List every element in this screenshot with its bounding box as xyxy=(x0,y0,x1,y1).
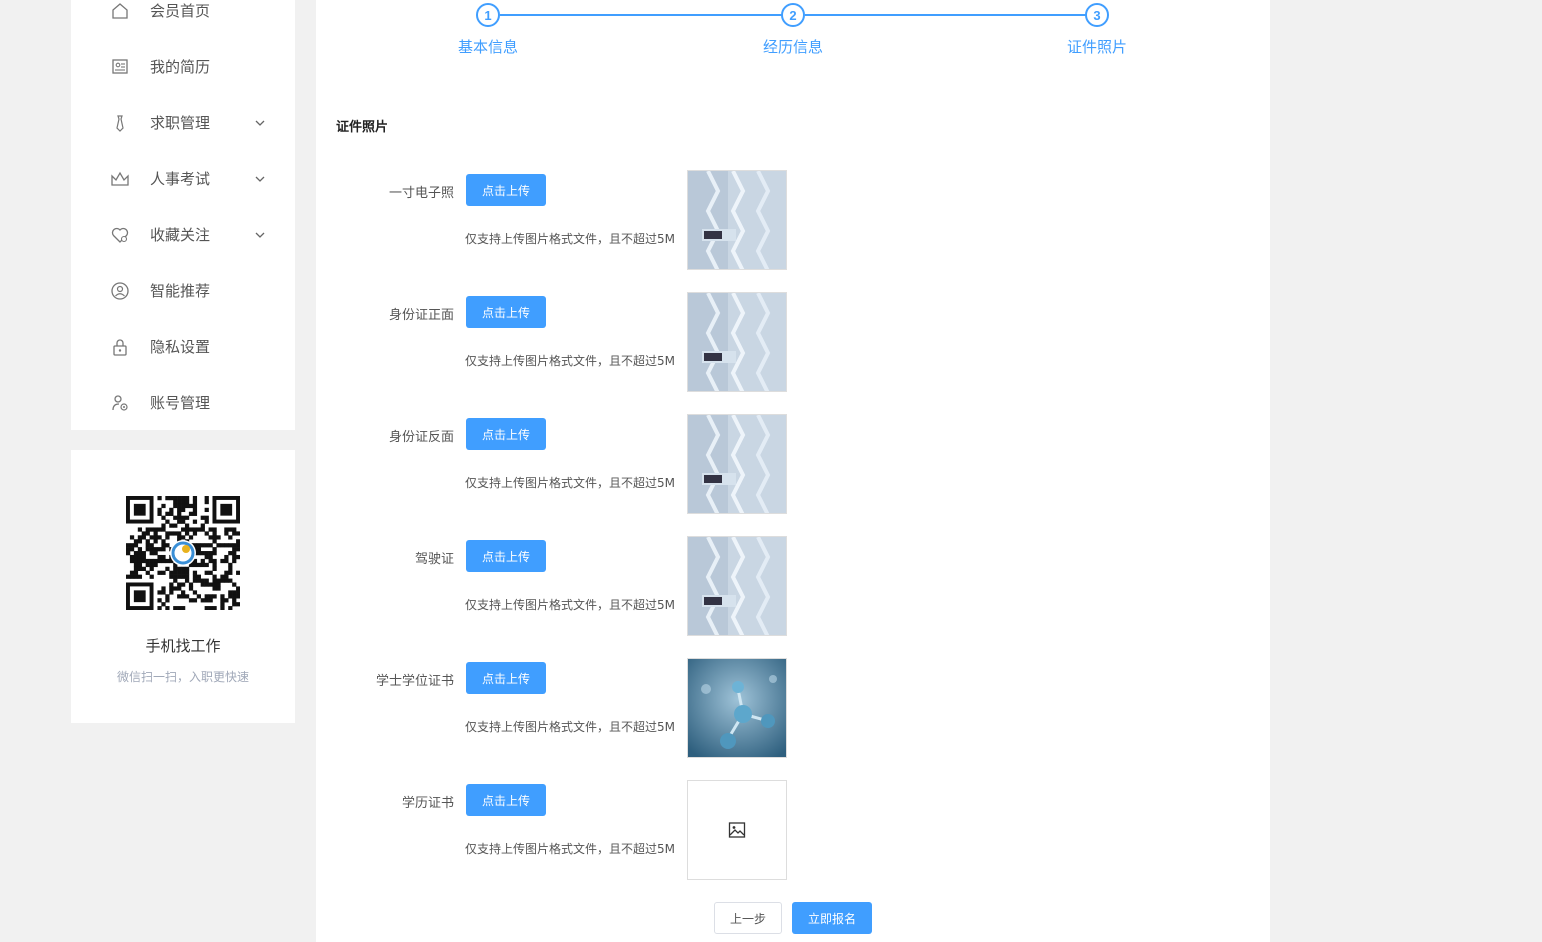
sidebar-item-label: 智能推荐 xyxy=(150,282,211,300)
tie-icon xyxy=(109,112,131,134)
upload-row-id-front: 身份证正面 点击上传 仅支持上传图片格式文件，且不超过5M xyxy=(316,292,1270,392)
field-label: 学士学位证书 xyxy=(375,674,454,689)
step-label: 经历信息 xyxy=(762,38,823,56)
field-label: 学历证书 xyxy=(401,796,454,811)
step-label: 基本信息 xyxy=(457,38,518,56)
field-label: 身份证反面 xyxy=(388,430,454,445)
user-circle-icon xyxy=(109,280,131,302)
section-title: 证件照片 xyxy=(336,120,389,135)
empty-image-thumb[interactable] xyxy=(687,780,787,880)
lab-banner-image xyxy=(688,415,786,513)
qr-card: 手机找工作 微信扫一扫，入职更快速 xyxy=(71,450,295,723)
upload-button[interactable]: 点击上传 xyxy=(466,662,546,694)
heart-icon xyxy=(109,224,131,246)
step-number: 2 xyxy=(781,3,805,27)
submit-registration-button[interactable]: 立即报名 xyxy=(792,902,872,934)
resume-icon xyxy=(109,56,131,78)
upload-hint: 仅支持上传图片格式文件，且不超过5M xyxy=(465,476,675,490)
previous-step-button[interactable]: 上一步 xyxy=(714,902,782,934)
field-label: 驾驶证 xyxy=(414,552,454,567)
chevron-down-icon[interactable] xyxy=(253,172,267,186)
sidebar-item-job-management[interactable]: 求职管理 xyxy=(71,103,295,143)
upload-row-one-inch-photo: 一寸电子照 点击上传 仅支持上传图片格式文件，且不超过5M xyxy=(316,170,1270,270)
step-number: 1 xyxy=(476,3,500,27)
field-label: 一寸电子照 xyxy=(388,186,454,201)
upload-row-education-certificate: 学历证书 点击上传 仅支持上传图片格式文件，且不超过5M xyxy=(316,780,1270,880)
upload-hint: 仅支持上传图片格式文件，且不超过5M xyxy=(465,598,675,612)
upload-button[interactable]: 点击上传 xyxy=(466,296,546,328)
image-placeholder-icon xyxy=(728,821,746,839)
lock-icon xyxy=(109,336,131,358)
step-number: 3 xyxy=(1085,3,1109,27)
field-label: 身份证正面 xyxy=(388,308,454,323)
home-icon xyxy=(109,0,131,22)
upload-hint: 仅支持上传图片格式文件，且不超过5M xyxy=(465,842,675,856)
chevron-down-icon[interactable] xyxy=(253,228,267,242)
upload-button[interactable]: 点击上传 xyxy=(466,784,546,816)
sidebar-item-privacy-settings[interactable]: 隐私设置 xyxy=(71,327,295,367)
molecule-image xyxy=(688,659,786,757)
sidebar-item-personnel-exam[interactable]: 人事考试 xyxy=(71,159,295,199)
sidebar-item-label: 会员首页 xyxy=(150,2,211,20)
uploaded-image-thumb[interactable] xyxy=(687,536,787,636)
sidebar-menu: 会员首页 我的简历 求职管理 人事考试 收藏关注 智能推荐 隐私设置 账号管理 xyxy=(71,0,295,430)
step-label: 证件照片 xyxy=(1066,38,1127,56)
lab-banner-image xyxy=(688,537,786,635)
crown-icon xyxy=(109,168,131,190)
lab-banner-image xyxy=(688,293,786,391)
upload-hint: 仅支持上传图片格式文件，且不超过5M xyxy=(465,354,675,368)
sidebar-item-label: 求职管理 xyxy=(150,114,211,132)
qr-subtitle: 微信扫一扫，入职更快速 xyxy=(116,670,249,684)
sidebar-item-account-management[interactable]: 账号管理 xyxy=(71,383,295,423)
upload-hint: 仅支持上传图片格式文件，且不超过5M xyxy=(465,232,675,246)
uploaded-image-thumb[interactable] xyxy=(687,658,787,758)
sidebar-item-label: 我的简历 xyxy=(150,58,211,76)
uploaded-image-thumb[interactable] xyxy=(687,170,787,270)
upload-row-id-back: 身份证反面 点击上传 仅支持上传图片格式文件，且不超过5M xyxy=(316,414,1270,514)
upload-hint: 仅支持上传图片格式文件，且不超过5M xyxy=(465,720,675,734)
lab-banner-image xyxy=(688,171,786,269)
step-connector xyxy=(500,14,782,16)
uploaded-image-thumb[interactable] xyxy=(687,292,787,392)
chevron-down-icon[interactable] xyxy=(253,116,267,130)
upload-row-driver-license: 驾驶证 点击上传 仅支持上传图片格式文件，且不超过5M xyxy=(316,536,1270,636)
sidebar-item-my-resume[interactable]: 我的简历 xyxy=(71,47,295,87)
user-gear-icon xyxy=(109,392,131,414)
qr-title: 手机找工作 xyxy=(145,637,221,655)
qr-code-image xyxy=(126,496,241,611)
sidebar-item-member-home[interactable]: 会员首页 xyxy=(71,0,295,31)
uploaded-image-thumb[interactable] xyxy=(687,414,787,514)
step-connector xyxy=(805,14,1087,16)
main-content: 1 2 3 基本信息 经历信息 证件照片 证件照片 一寸电子照 点击上传 仅支持… xyxy=(316,0,1270,942)
sidebar-item-favorites[interactable]: 收藏关注 xyxy=(71,215,295,255)
upload-row-bachelor-degree: 学士学位证书 点击上传 仅支持上传图片格式文件，且不超过5M xyxy=(316,658,1270,758)
sidebar-item-label: 人事考试 xyxy=(150,170,211,188)
upload-button[interactable]: 点击上传 xyxy=(466,174,546,206)
upload-button[interactable]: 点击上传 xyxy=(466,540,546,572)
sidebar-item-smart-recommend[interactable]: 智能推荐 xyxy=(71,271,295,311)
sidebar-item-label: 账号管理 xyxy=(150,394,211,412)
sidebar-item-label: 隐私设置 xyxy=(150,338,211,356)
sidebar-item-label: 收藏关注 xyxy=(150,226,211,244)
upload-button[interactable]: 点击上传 xyxy=(466,418,546,450)
